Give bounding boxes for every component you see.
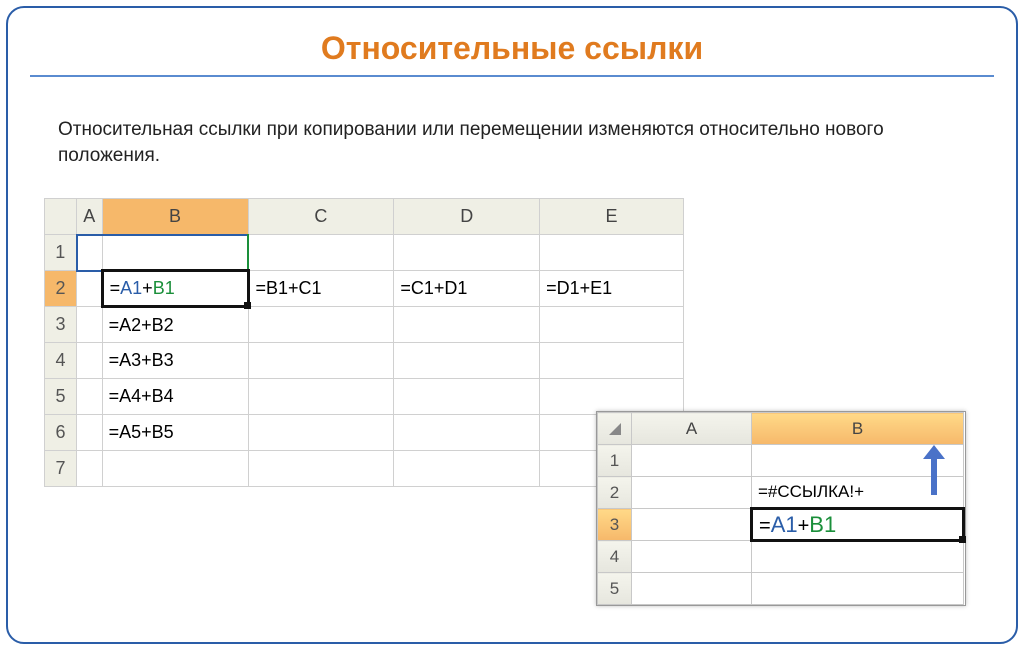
small-A5[interactable] <box>632 573 752 605</box>
small-eq: = <box>759 515 771 537</box>
cell-B5[interactable]: =A4+B4 <box>102 379 248 415</box>
cell-C3[interactable] <box>248 307 394 343</box>
cell-A3[interactable] <box>77 307 103 343</box>
arrow-up-icon <box>923 445 945 495</box>
cell-D6[interactable] <box>394 415 540 451</box>
cell-B7[interactable] <box>102 451 248 487</box>
cell-E1[interactable] <box>540 235 684 271</box>
small-B3[interactable]: =A1+B1 <box>752 509 964 541</box>
row-3: 3 <box>45 307 77 343</box>
small-B5[interactable] <box>752 573 964 605</box>
plus: + <box>142 278 153 298</box>
cell-D7[interactable] <box>394 451 540 487</box>
col-A: A <box>77 199 103 235</box>
col-C: C <box>248 199 394 235</box>
small-plus: + <box>798 515 810 537</box>
cell-C1[interactable] <box>248 235 394 271</box>
cell-E3[interactable] <box>540 307 684 343</box>
formula-eq: = <box>110 278 121 298</box>
cell-B4[interactable]: =A3+B3 <box>102 343 248 379</box>
ref-B1: B1 <box>153 278 175 298</box>
small-row-1: 1 <box>598 445 632 477</box>
small-refA: A1 <box>771 512 798 537</box>
select-all-icon[interactable] <box>609 423 621 435</box>
cell-D1[interactable] <box>394 235 540 271</box>
row-5: 5 <box>45 379 77 415</box>
cell-D3[interactable] <box>394 307 540 343</box>
small-A2[interactable] <box>632 477 752 509</box>
col-B: B <box>102 199 248 235</box>
cell-D4[interactable] <box>394 343 540 379</box>
row-1: 1 <box>45 235 77 271</box>
cell-C4[interactable] <box>248 343 394 379</box>
subtitle-text: Относительная ссылки при копировании или… <box>8 77 1016 194</box>
small-refB: B1 <box>809 512 836 537</box>
small-A1[interactable] <box>632 445 752 477</box>
col-D: D <box>394 199 540 235</box>
small-row-2: 2 <box>598 477 632 509</box>
ref-A1: A1 <box>120 278 142 298</box>
row-4: 4 <box>45 343 77 379</box>
small-row-5: 5 <box>598 573 632 605</box>
cell-B2[interactable]: =A1+B1 <box>102 271 248 307</box>
small-col-A: A <box>632 413 752 445</box>
cell-C7[interactable] <box>248 451 394 487</box>
spreadsheet-small: A B 1 2 =#ССЫЛКА!+ 3 =A1+B1 <box>596 411 966 606</box>
cell-A6[interactable] <box>77 415 103 451</box>
cell-D2[interactable]: =C1+D1 <box>394 271 540 307</box>
cell-A5[interactable] <box>77 379 103 415</box>
fill-handle-icon[interactable] <box>959 536 966 543</box>
fill-handle-icon[interactable] <box>244 302 251 309</box>
small-B4[interactable] <box>752 541 964 573</box>
cell-E5[interactable] <box>540 379 684 415</box>
slide-frame: Относительные ссылки Относительная ссылк… <box>6 6 1018 644</box>
cell-A7[interactable] <box>77 451 103 487</box>
cell-C6[interactable] <box>248 415 394 451</box>
cell-B3[interactable]: =A2+B2 <box>102 307 248 343</box>
cell-B6[interactable]: =A5+B5 <box>102 415 248 451</box>
small-row-4: 4 <box>598 541 632 573</box>
small-row-3: 3 <box>598 509 632 541</box>
cell-B1[interactable] <box>102 235 248 271</box>
cell-A4[interactable] <box>77 343 103 379</box>
cell-D5[interactable] <box>394 379 540 415</box>
row-2: 2 <box>45 271 77 307</box>
small-col-B: B <box>752 413 964 445</box>
corner-cell <box>45 199 77 235</box>
small-A4[interactable] <box>632 541 752 573</box>
small-A3[interactable] <box>632 509 752 541</box>
cell-A2[interactable] <box>77 271 103 307</box>
cell-C5[interactable] <box>248 379 394 415</box>
row-6: 6 <box>45 415 77 451</box>
cell-A1[interactable] <box>77 235 103 271</box>
page-title: Относительные ссылки <box>8 8 1016 75</box>
cell-E4[interactable] <box>540 343 684 379</box>
cell-E2[interactable]: =D1+E1 <box>540 271 684 307</box>
cell-C2[interactable]: =B1+C1 <box>248 271 394 307</box>
col-E: E <box>540 199 684 235</box>
row-7: 7 <box>45 451 77 487</box>
small-corner <box>598 413 632 445</box>
spreadsheet-big: A B C D E 1 2 =A1+B1 =B1+C1 =C1+D1 =D1+E… <box>44 198 684 487</box>
